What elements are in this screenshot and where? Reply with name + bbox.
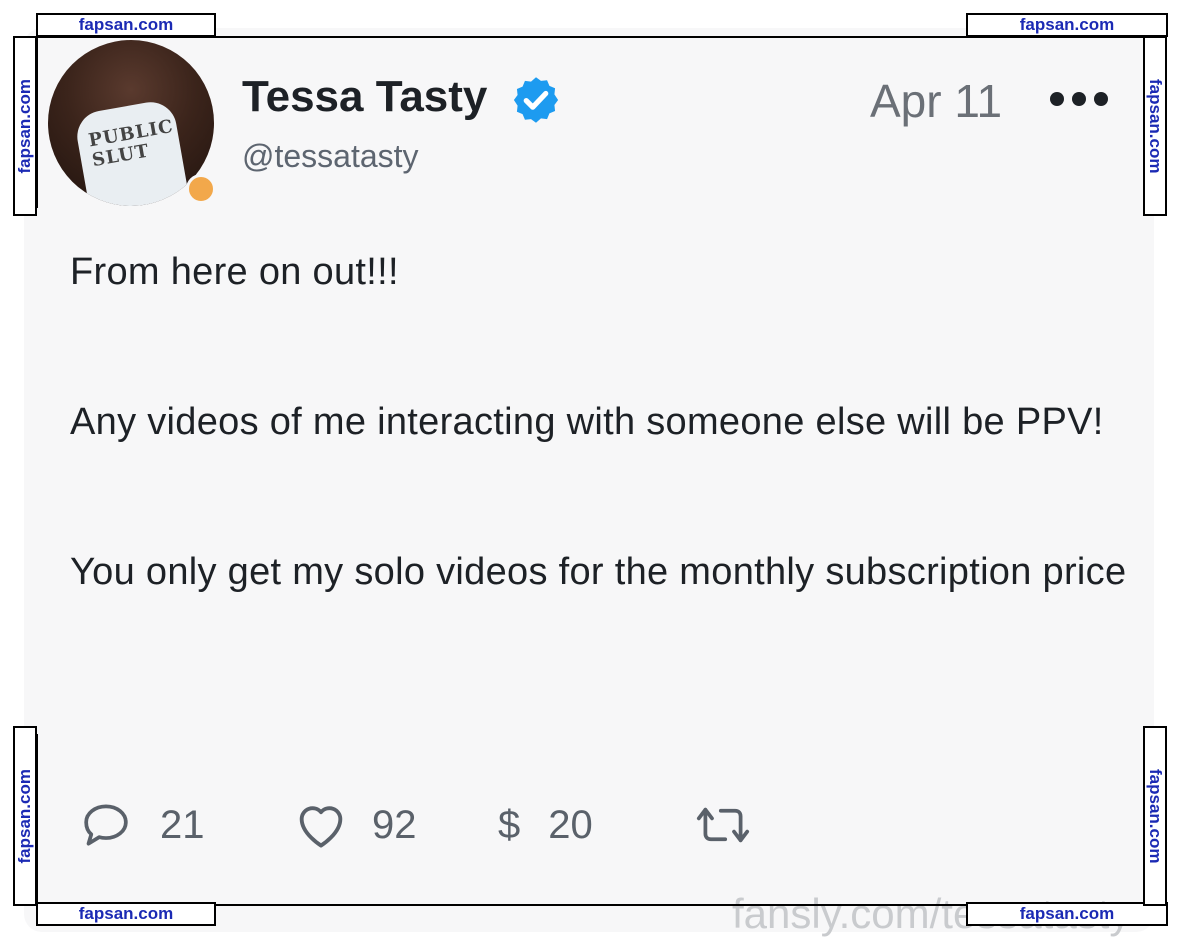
watermark-label: fapsan.com [13,726,37,906]
watermark-label: fapsan.com [36,902,216,926]
watermark-label: fapsan.com [1143,36,1167,216]
watermark-label: fapsan.com [13,36,37,216]
watermark-label: fapsan.com [36,13,216,37]
post-text-line: Any videos of me interacting with someon… [70,401,1104,443]
watermark-frame-top [36,36,1146,208]
post-text-line: From here on out!!! [70,251,399,293]
post-text-line: You only get my solo videos for the mont… [70,551,1127,593]
watermark-frame-bottom [36,734,1146,906]
post-text: From here on out!!! Any videos of me int… [70,235,1130,610]
watermark-label: fapsan.com [1143,726,1167,906]
watermark-label: fapsan.com [966,13,1168,37]
watermark-label: fapsan.com [966,902,1168,926]
